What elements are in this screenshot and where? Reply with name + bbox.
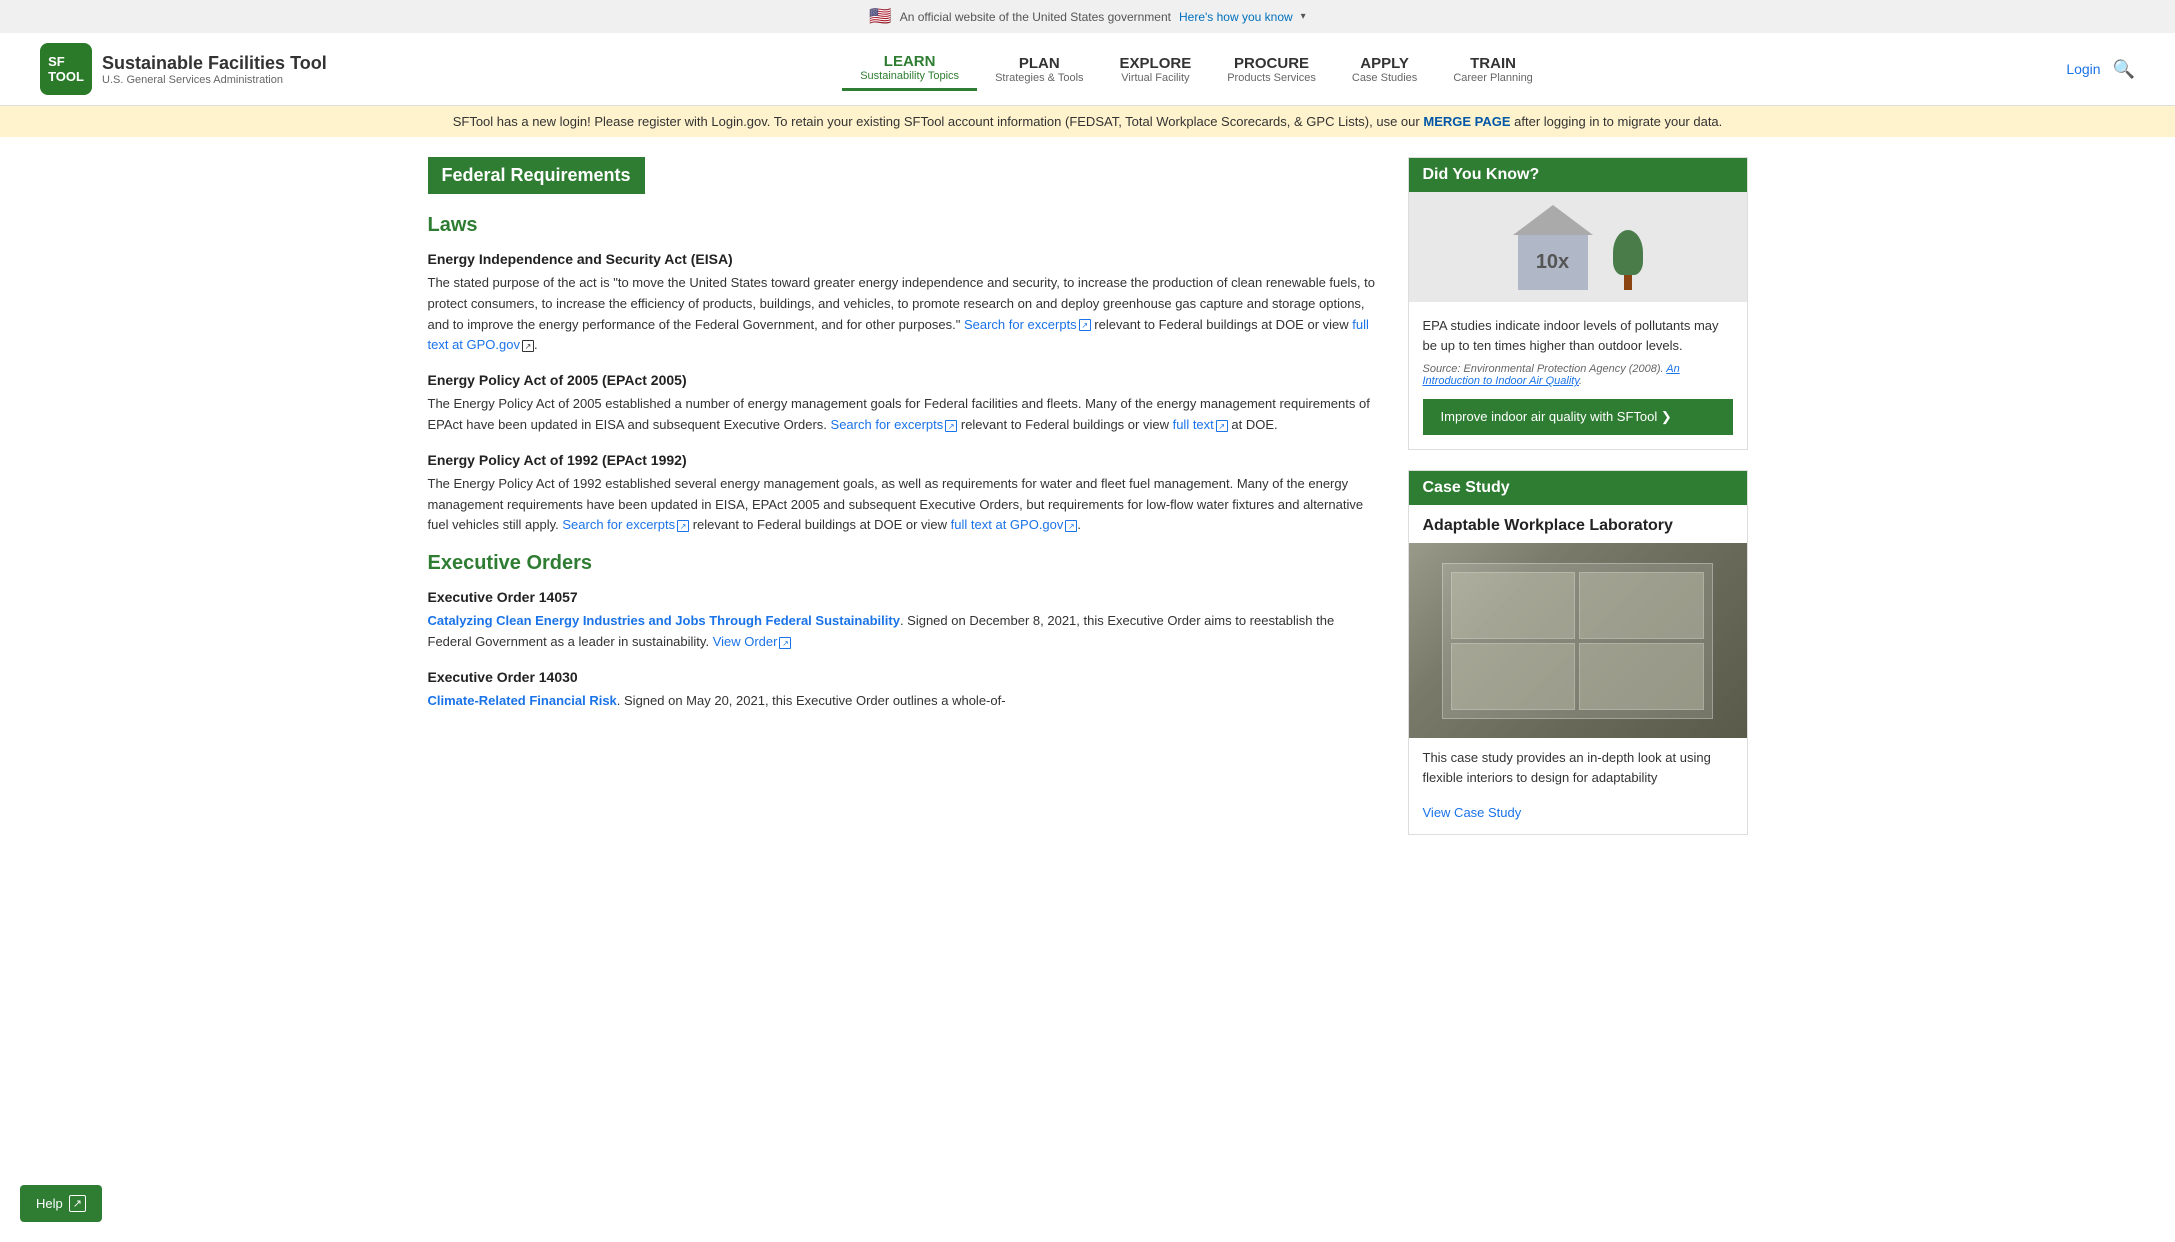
house-illustration: 10x	[1503, 195, 1653, 300]
nav-learn-sub: Sustainability Topics	[860, 70, 959, 82]
external-link-icon: ↗	[69, 1195, 86, 1212]
exec-order-link-1[interactable]: Catalyzing Clean Energy Industries and J…	[428, 613, 900, 628]
case-study-heading: Adaptable Workplace Laboratory	[1409, 505, 1747, 543]
law-item: Energy Independence and Security Act (EI…	[428, 251, 1378, 356]
logo-text-area: Sustainable Facilities Tool U.S. General…	[102, 53, 327, 86]
did-you-know-source: Source: Environmental Protection Agency …	[1423, 363, 1733, 387]
site-header: SFTOOL Sustainable Facilities Tool U.S. …	[0, 33, 2175, 106]
tree-shape	[1613, 230, 1643, 290]
flag-icon: 🇺🇸	[869, 6, 891, 27]
merge-page-link[interactable]: MERGE PAGE	[1423, 114, 1510, 129]
did-you-know-image: 10x	[1409, 192, 1747, 302]
gov-banner-text: An official website of the United States…	[900, 10, 1171, 24]
notif-text-after: after logging in to migrate your data.	[1514, 114, 1722, 129]
view-case-study-link[interactable]: View Case Study	[1409, 797, 1747, 834]
login-link[interactable]: Login	[2066, 61, 2100, 77]
section-title: Federal Requirements	[428, 157, 645, 194]
nav-procure-sub: Products Services	[1227, 72, 1316, 84]
exec-orders-heading: Executive Orders	[428, 552, 1378, 575]
right-sidebar: Did You Know? 10x EPA studies	[1408, 157, 1748, 855]
tree-trunk	[1624, 275, 1632, 290]
did-you-know-title: Did You Know?	[1409, 158, 1747, 192]
search-button[interactable]: 🔍	[2113, 59, 2135, 80]
cubicle-panel-4	[1579, 643, 1703, 710]
cubicle-panel-1	[1451, 572, 1575, 639]
nav-learn[interactable]: LEARN Sustainability Topics	[842, 47, 977, 91]
law-title-3: Energy Policy Act of 1992 (EPAct 1992)	[428, 452, 1378, 468]
logo-area: SFTOOL Sustainable Facilities Tool U.S. …	[40, 43, 327, 95]
help-label: Help	[36, 1196, 63, 1211]
cubicle-panel-3	[1451, 643, 1575, 710]
exec-order-link-2[interactable]: Climate-Related Financial Risk	[428, 693, 617, 708]
search-excerpts-link-2[interactable]: Search for excerpts↗	[831, 417, 958, 432]
law-title-1: Energy Independence and Security Act (EI…	[428, 251, 1378, 267]
chevron-down-icon: ▾	[1301, 11, 1306, 22]
nav-procure-main: PROCURE	[1234, 55, 1309, 72]
house-body: 10x	[1518, 235, 1588, 290]
site-title: Sustainable Facilities Tool	[102, 53, 327, 74]
exec-order-item: Executive Order 14057 Catalyzing Clean E…	[428, 589, 1378, 653]
case-study-desc: This case study provides an in-depth loo…	[1409, 738, 1747, 797]
house-label: 10x	[1536, 251, 1569, 274]
nav-learn-main: LEARN	[884, 53, 936, 70]
nav-train-main: TRAIN	[1470, 55, 1516, 72]
full-text-link-1[interactable]: full text at GPO.gov	[428, 317, 1369, 353]
law-title-2: Energy Policy Act of 2005 (EPAct 2005)	[428, 372, 1378, 388]
exec-order-item: Executive Order 14030 Climate-Related Fi…	[428, 669, 1378, 712]
nav-explore[interactable]: EXPLORE Virtual Facility	[1102, 49, 1210, 90]
nav-apply-sub: Case Studies	[1352, 72, 1417, 84]
house-roof	[1513, 205, 1593, 235]
exec-order-number-1: Executive Order 14057	[428, 589, 1378, 605]
gov-banner: 🇺🇸 An official website of the United Sta…	[0, 0, 2175, 33]
exec-order-desc-2: Climate-Related Financial Risk. Signed o…	[428, 691, 1378, 712]
logo-icon: SFTOOL	[40, 43, 92, 95]
case-study-card: Case Study Adaptable Workplace Laborator…	[1408, 470, 1748, 835]
help-button[interactable]: Help ↗	[20, 1185, 102, 1222]
nav-train-sub: Career Planning	[1453, 72, 1533, 84]
exec-order-desc-1: Catalyzing Clean Energy Industries and J…	[428, 611, 1378, 653]
nav-apply-main: APPLY	[1360, 55, 1409, 72]
did-you-know-text-area: EPA studies indicate indoor levels of po…	[1409, 302, 1747, 449]
full-text-link-3[interactable]: full text at GPO.gov↗	[951, 517, 1078, 532]
house-shape: 10x	[1513, 205, 1593, 290]
main-container: Federal Requirements Laws Energy Indepen…	[388, 137, 1788, 875]
header-right: Login 🔍	[2066, 59, 2135, 80]
nav-explore-main: EXPLORE	[1120, 55, 1192, 72]
office-cubicle	[1442, 563, 1712, 719]
laws-heading: Laws	[428, 214, 1378, 237]
nav-plan-sub: Strategies & Tools	[995, 72, 1083, 84]
left-content: Federal Requirements Laws Energy Indepen…	[428, 157, 1378, 855]
tree-top	[1613, 230, 1643, 275]
search-excerpts-link-1[interactable]: Search for excerpts↗	[964, 317, 1091, 332]
case-study-label: Case Study	[1409, 471, 1747, 505]
full-text-link-2[interactable]: full text↗	[1173, 417, 1228, 432]
notif-text-before: SFTool has a new login! Please register …	[453, 114, 1420, 129]
office-illustration	[1409, 543, 1747, 738]
site-subtitle: U.S. General Services Administration	[102, 74, 327, 86]
law-item: Energy Policy Act of 2005 (EPAct 2005) T…	[428, 372, 1378, 436]
nav-plan-main: PLAN	[1019, 55, 1060, 72]
law-item: Energy Policy Act of 1992 (EPAct 1992) T…	[428, 452, 1378, 536]
nav-apply[interactable]: APPLY Case Studies	[1334, 49, 1435, 90]
heres-how-link[interactable]: Here's how you know	[1179, 10, 1293, 24]
search-excerpts-link-3[interactable]: Search for excerpts↗	[562, 517, 689, 532]
exec-order-number-2: Executive Order 14030	[428, 669, 1378, 685]
law-desc-2: The Energy Policy Act of 2005 establishe…	[428, 394, 1378, 436]
view-order-link-1[interactable]: View Order↗	[713, 634, 792, 649]
main-nav: LEARN Sustainability Topics PLAN Strateg…	[347, 47, 2047, 91]
notification-bar: SFTool has a new login! Please register …	[0, 106, 2175, 137]
law-desc-1: The stated purpose of the act is "to mov…	[428, 273, 1378, 356]
law-desc-3: The Energy Policy Act of 1992 establishe…	[428, 474, 1378, 536]
nav-explore-sub: Virtual Facility	[1121, 72, 1189, 84]
did-you-know-card: Did You Know? 10x EPA studies	[1408, 157, 1748, 450]
cubicle-panel-2	[1579, 572, 1703, 639]
case-study-image	[1409, 543, 1747, 738]
nav-procure[interactable]: PROCURE Products Services	[1209, 49, 1334, 90]
nav-plan[interactable]: PLAN Strategies & Tools	[977, 49, 1101, 90]
nav-train[interactable]: TRAIN Career Planning	[1435, 49, 1551, 90]
improve-iaq-button[interactable]: Improve indoor air quality with SFTool ❯	[1423, 399, 1733, 435]
did-you-know-main-text: EPA studies indicate indoor levels of po…	[1423, 316, 1733, 355]
